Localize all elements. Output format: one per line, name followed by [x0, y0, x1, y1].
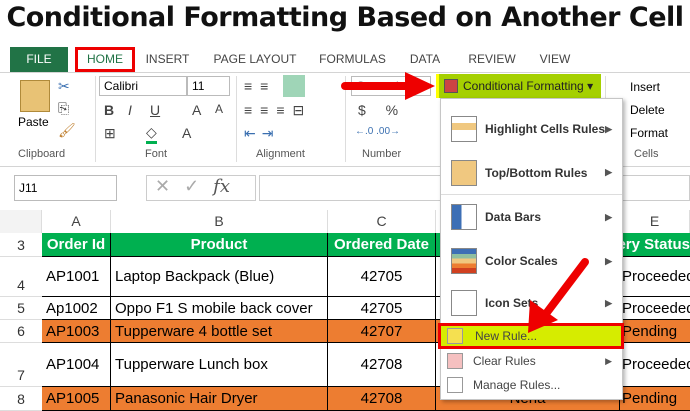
arrow-to-conditional-formatting [341, 72, 435, 100]
annotation-arrows [341, 72, 589, 333]
arrow-to-new-rule [528, 258, 589, 333]
